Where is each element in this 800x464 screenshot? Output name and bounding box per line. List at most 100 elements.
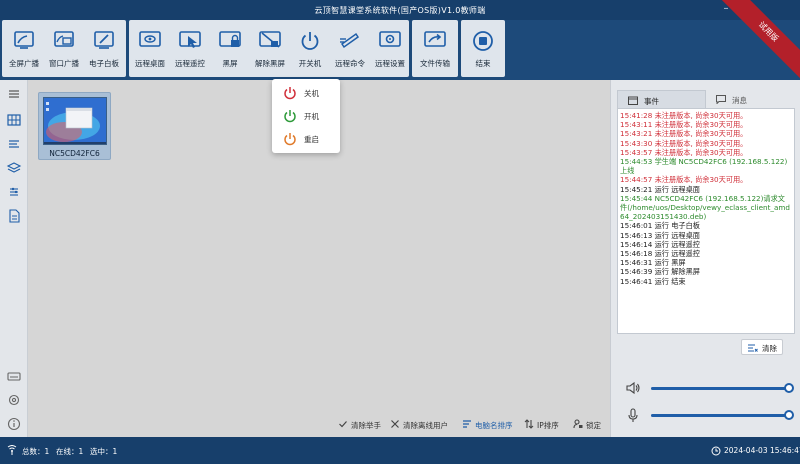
tab-events[interactable]: 事件	[617, 90, 706, 108]
title-bar: 云顶智慧课堂系统软件(国产OS版)V1.0教师端 – ▫	[0, 0, 800, 20]
volume-slider-thumb[interactable]	[784, 383, 794, 393]
microphone-slider-thumb[interactable]	[784, 410, 794, 420]
log-line: 15:46:31 运行 黑屏	[620, 258, 686, 268]
desktop-thumbnail-icon	[44, 98, 106, 144]
list-view-icon[interactable]	[6, 136, 22, 152]
device-name: NC5CD42FC6	[49, 149, 100, 158]
calendar-icon	[628, 96, 638, 105]
clear-list-icon	[748, 344, 758, 352]
volume-slider-fill	[651, 387, 789, 390]
document-icon[interactable]	[6, 208, 22, 224]
power-menu-label: 关机	[304, 89, 319, 98]
power-menu: 关机 开机 重启	[272, 79, 340, 153]
log-line: 15:46:14 运行 远程遥控	[620, 239, 700, 249]
poweron-icon	[284, 110, 296, 123]
message-icon	[716, 95, 726, 104]
clear-offline-button[interactable]: 清除离线用户	[390, 418, 458, 432]
stop-group: 结束	[461, 20, 505, 77]
info-icon[interactable]	[6, 416, 22, 432]
remote-group: 远程桌面 远程遥控 黑屏 解除黑屏 开关机 远程命令 远程设置	[129, 20, 409, 77]
right-panel: 事件 消息 15:41:28 未注册版本, 尚余30天可用。 15:43:11 未…	[610, 80, 800, 437]
toolbar-label: 结束	[475, 59, 491, 68]
sort-by-ip-button[interactable]: IP排序	[524, 418, 564, 432]
log-line: 15:46:39 运行 解除黑屏	[620, 267, 700, 277]
log-line: 15:46:01 运行 电子白板	[620, 221, 700, 231]
bottom-action-label: IP排序	[537, 421, 559, 430]
power-menu-label: 重启	[304, 135, 319, 144]
event-log[interactable]: 15:41:28 未注册版本, 尚余30天可用。 15:43:11 未注册版本, …	[617, 108, 795, 334]
keyboard-icon[interactable]	[6, 368, 22, 384]
log-line: 15:45:21 运行 远程桌面	[620, 184, 700, 194]
log-line: 15:45:44 NC5CD42FC6 (192.168.5.122)请求文件(…	[620, 193, 790, 222]
close-icon	[391, 420, 399, 428]
gear-icon[interactable]	[6, 392, 22, 408]
menu-icon[interactable]	[6, 86, 22, 102]
whiteboard-button[interactable]: 电子白板	[84, 20, 124, 77]
toolbar-label: 电子白板	[89, 59, 119, 68]
log-line: 15:46:18 运行 远程遥控	[620, 249, 700, 259]
tab-label: 消息	[732, 96, 747, 105]
volume-slider[interactable]	[651, 383, 794, 393]
layers-icon[interactable]	[6, 160, 22, 176]
left-sidebar	[0, 80, 28, 437]
power-menu-poweron[interactable]: 开机	[272, 105, 340, 127]
unlock-screen-icon	[259, 31, 281, 48]
shutdown-icon	[284, 87, 296, 100]
log-line: 15:46:13 运行 远程桌面	[620, 230, 700, 240]
maximize-button[interactable]: ▫	[738, 2, 754, 16]
lock-button[interactable]: 锁定	[573, 418, 607, 432]
lock-screen-icon	[219, 31, 241, 47]
whiteboard-icon	[94, 31, 114, 49]
window-broadcast-icon	[54, 31, 74, 47]
student-device-card[interactable]: NC5CD42FC6	[38, 92, 111, 160]
log-line: 15:43:57 未注册版本, 尚余30天可用。	[620, 147, 748, 157]
file-transfer-button[interactable]: 文件传输	[415, 20, 455, 77]
fullscreen-broadcast-icon	[14, 31, 34, 49]
stop-icon	[473, 31, 493, 51]
clear-log-button[interactable]: 清除	[741, 339, 783, 355]
network-icon	[7, 445, 17, 455]
microphone-slider-fill	[651, 414, 789, 417]
log-line: 15:41:28 未注册版本, 尚余30天可用。	[620, 111, 748, 120]
clear-log-label: 清除	[762, 344, 777, 353]
status-bar: 总数：1 在线：1 选中：1 2024-04-03 15:46:47	[0, 437, 800, 464]
online-count: 在线：1	[56, 447, 84, 456]
clock-icon	[711, 446, 721, 456]
power-menu-label: 开机	[304, 112, 319, 121]
microphone-slider[interactable]	[651, 410, 794, 420]
sort-by-name-button[interactable]: 电脑名排序	[462, 418, 520, 432]
log-line: 15:46:41 运行 结束	[620, 276, 686, 286]
power-icon	[301, 32, 319, 50]
speaker-icon[interactable]	[625, 380, 641, 396]
total-count: 总数：1	[22, 447, 50, 456]
tab-label: 事件	[644, 97, 659, 106]
power-menu-shutdown[interactable]: 关机	[272, 82, 340, 104]
remote-control-icon	[179, 31, 201, 48]
microphone-icon[interactable]	[625, 407, 641, 423]
bottom-action-label: 清除离线用户	[403, 421, 448, 430]
log-line: 15:43:21 未注册版本, 尚余30天可用。	[620, 129, 748, 139]
remote-settings-icon	[379, 31, 401, 47]
check-icon	[339, 421, 347, 428]
window-title: 云顶智慧课堂系统软件(国产OS版)V1.0教师端	[314, 6, 486, 15]
grid-view-icon[interactable]	[6, 112, 22, 128]
device-screen-thumbnail	[43, 97, 107, 145]
file-group: 文件传输	[412, 20, 458, 77]
sort-icon	[463, 420, 471, 428]
tab-messages[interactable]: 消息	[706, 90, 795, 108]
broadcast-group: 全屏广播 窗口广播 电子白板	[2, 20, 126, 77]
toolbar-label: 文件传输	[420, 59, 450, 68]
volume-control	[611, 378, 800, 398]
microphone-control	[611, 405, 800, 425]
remote-command-icon	[340, 32, 360, 49]
power-menu-restart[interactable]: 重启	[272, 128, 340, 150]
log-line: 15:44:53 学生端 NC5CD42FC6 (192.168.5.122) …	[620, 157, 790, 176]
clear-raise-hand-button[interactable]: 清除举手	[338, 418, 390, 432]
stop-button[interactable]: 结束	[463, 20, 503, 77]
remote-settings-button[interactable]: 远程设置	[370, 20, 410, 77]
file-transfer-icon	[424, 31, 446, 47]
remote-desktop-icon	[139, 31, 161, 47]
panel-tabs: 事件 消息	[617, 90, 795, 108]
minimize-button[interactable]: –	[718, 2, 734, 16]
equalizer-icon[interactable]	[6, 184, 22, 200]
